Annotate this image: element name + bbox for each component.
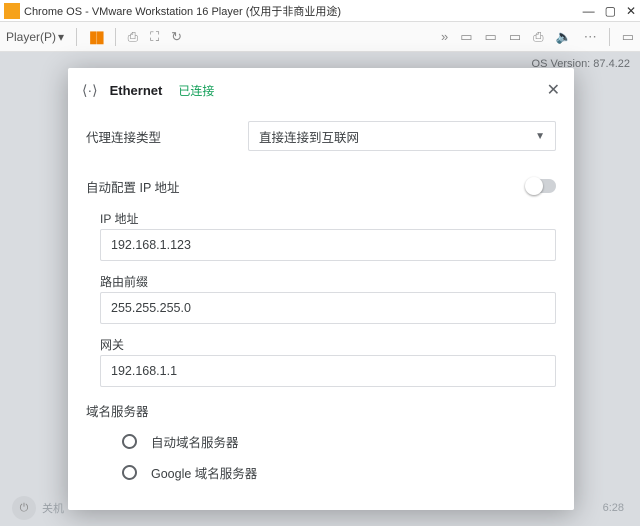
chevron-down-icon: ▾ <box>58 30 64 44</box>
radio-icon <box>122 465 137 480</box>
shutdown-label: 关机 <box>42 500 64 516</box>
radio-icon <box>122 434 137 449</box>
dns-option-auto[interactable]: 自动域名服务器 <box>86 426 556 457</box>
dns-section-label: 域名服务器 <box>86 401 556 420</box>
proxy-type-label: 代理连接类型 <box>86 127 248 146</box>
ip-address-label: IP 地址 <box>100 210 556 227</box>
pause-icon[interactable]: ▮▮ <box>89 27 103 47</box>
device-icon[interactable]: » <box>441 29 448 44</box>
clock: 6:28 <box>603 502 624 514</box>
modal-title: Ethernet <box>110 83 163 98</box>
shelf: ⏻ 关机 6:28 <box>0 496 640 520</box>
gateway-label: 网关 <box>100 336 556 353</box>
maximize-button[interactable]: ▢ <box>605 4 616 18</box>
sound-icon[interactable]: 🔈 <box>556 29 572 45</box>
cd-icon[interactable]: ▭ <box>485 29 497 45</box>
connection-status: 已连接 <box>178 82 214 99</box>
separator <box>609 28 610 46</box>
network-details-modal: ⟨·⟩ Ethernet 已连接 ✕ 代理连接类型 直接连接到互联网 ▼ 自动配… <box>68 68 574 510</box>
dns-option-google[interactable]: Google 域名服务器 <box>86 457 556 488</box>
minimize-button[interactable]: — <box>583 4 595 18</box>
proxy-type-value: 直接连接到互联网 <box>259 127 359 146</box>
auto-ip-toggle[interactable] <box>526 179 556 193</box>
close-icon[interactable]: ✕ <box>547 80 560 100</box>
printer-icon[interactable]: ⎙ <box>533 29 543 45</box>
guest-screen: OS Version: 87.4.22 ⟨·⟩ Ethernet 已连接 ✕ 代… <box>0 52 640 526</box>
proxy-type-select[interactable]: 直接连接到互联网 ▼ <box>248 121 556 151</box>
chevron-down-icon: ▼ <box>535 131 545 142</box>
close-window-button[interactable]: ✕ <box>626 4 636 18</box>
window-title: Chrome OS - VMware Workstation 16 Player… <box>24 3 341 19</box>
back-icon[interactable]: ⟨·⟩ <box>82 82 98 99</box>
route-prefix-input[interactable]: 255.255.255.0 <box>100 292 556 324</box>
power-button[interactable]: ⏻ <box>12 496 36 520</box>
vmware-toolbar: Player(P) ▾ ▮▮ ⎙ ⛶ ↻ » ▭ ▭ ▭ ⎙ 🔈 ⋯ ▭ <box>0 22 640 52</box>
hdd-icon[interactable]: ▭ <box>460 29 472 45</box>
ip-address-input[interactable]: 192.168.1.123 <box>100 229 556 261</box>
send-ctrl-alt-del-icon[interactable]: ⎙ <box>128 29 138 45</box>
app-icon <box>4 3 20 19</box>
player-menu[interactable]: Player(P) ▾ <box>6 30 64 44</box>
window-titlebar: Chrome OS - VMware Workstation 16 Player… <box>0 0 640 22</box>
manage-icon[interactable]: ▭ <box>622 29 634 45</box>
unity-icon[interactable]: ↻ <box>171 29 182 45</box>
fullscreen-icon[interactable]: ⛶ <box>150 29 159 45</box>
net-icon[interactable]: ▭ <box>509 29 521 45</box>
usb-icon[interactable]: ⋯ <box>584 29 597 45</box>
gateway-input[interactable]: 192.168.1.1 <box>100 355 556 387</box>
route-prefix-label: 路由前缀 <box>100 273 556 290</box>
separator <box>115 28 116 46</box>
auto-ip-label: 自动配置 IP 地址 <box>86 177 180 196</box>
separator <box>76 28 77 46</box>
